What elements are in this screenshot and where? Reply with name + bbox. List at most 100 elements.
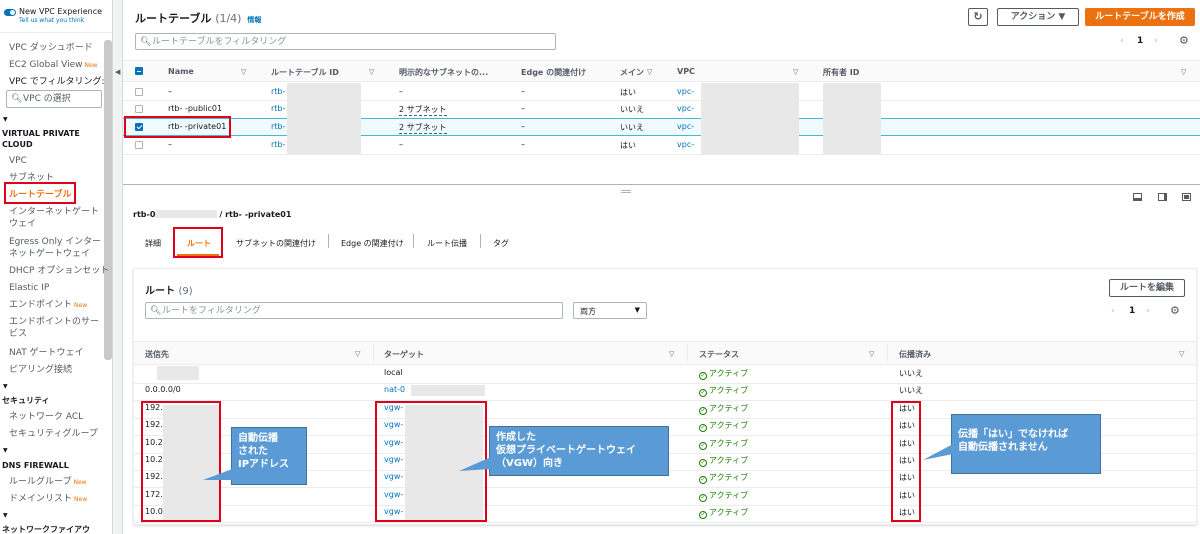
tab-route-propagation[interactable]: ルート伝播 — [427, 238, 467, 249]
sidebar-item-dhcp[interactable]: DHCP オプションセット — [9, 265, 109, 277]
row-checkbox[interactable] — [135, 88, 143, 96]
row-checkbox[interactable] — [135, 141, 143, 149]
section-vpc[interactable]: VIRTUAL PRIVATE CLOUD — [2, 128, 102, 150]
select-all-checkbox[interactable] — [135, 67, 143, 75]
sort-icon[interactable]: ▽ — [647, 68, 652, 76]
panel-full-icon[interactable] — [1182, 193, 1191, 201]
row-vpc-link[interactable]: vpc- — [677, 122, 694, 131]
domain-list-label: ドメインリスト — [9, 494, 73, 504]
callout-pointer — [923, 444, 953, 460]
caret-down-icon[interactable]: ▼ — [3, 447, 8, 454]
sidebar-item-egress-igw[interactable]: Egress Only インターネットゲートウェイ — [9, 236, 104, 260]
row-vpc-link[interactable]: vpc- — [677, 87, 694, 96]
route-table-filter-input[interactable]: 🔍︎ ルートテーブルをフィルタリング — [135, 33, 556, 50]
chevron-left-icon[interactable]: ◀ — [115, 68, 120, 76]
sort-icon[interactable]: ▽ — [793, 68, 798, 76]
sidebar-item-nacl[interactable]: ネットワーク ACL — [9, 411, 83, 423]
routes-title: ルート (9) — [145, 282, 193, 297]
col-destination[interactable]: 送信先 — [145, 349, 169, 360]
sidebar-item-endpoint-service[interactable]: エンドポイントのサービス — [9, 316, 104, 340]
edit-routes-button[interactable]: ルートを編集 — [1109, 279, 1185, 297]
col-propagated[interactable]: 伝播済み — [899, 349, 931, 360]
row-subnet[interactable]: 2 サブネット — [399, 104, 447, 116]
section-dns-firewall[interactable]: DNS FIREWALL — [2, 460, 102, 471]
col-owner-id[interactable]: 所有者 ID — [823, 67, 859, 78]
sidebar-item-sg[interactable]: セキュリティグループ — [9, 428, 98, 440]
page-number[interactable]: 1 — [1137, 36, 1143, 46]
row-vpc-link[interactable]: vpc- — [677, 104, 694, 113]
row-id-link[interactable]: rtb- — [271, 104, 285, 113]
col-main[interactable]: メイン — [620, 67, 644, 78]
route-page-number[interactable]: 1 — [1129, 306, 1135, 316]
panel-side-icon[interactable] — [1158, 193, 1167, 201]
sidebar-item-igw[interactable]: インターネットゲートウェイ — [9, 206, 104, 230]
col-explicit-subnet[interactable]: 明示的なサブネットの... — [399, 67, 488, 78]
vpc-select[interactable]: 🔍︎ VPC の選択 — [6, 90, 102, 108]
sort-icon[interactable]: ▽ — [1181, 68, 1186, 76]
sidebar-item-vpc[interactable]: VPC — [9, 155, 27, 167]
row-id-link[interactable]: rtb- — [271, 122, 285, 131]
sort-icon[interactable]: ▽ — [669, 350, 674, 358]
next-page-icon[interactable]: › — [1154, 36, 1158, 46]
col-target[interactable]: ターゲット — [384, 349, 424, 360]
prev-page-icon[interactable]: ‹ — [1120, 36, 1124, 46]
sidebar-item-rule-group[interactable]: ルールグループ New — [9, 476, 87, 489]
highlight-sidebar-route-table — [4, 182, 76, 204]
sidebar-scrollbar[interactable] — [104, 40, 112, 360]
next-page-icon[interactable]: › — [1146, 306, 1150, 316]
tab-subnet-associations[interactable]: サブネットの関連付け — [236, 238, 316, 249]
new-vpc-feedback-link[interactable]: Tell us what you think — [19, 17, 84, 24]
sort-icon[interactable]: ▽ — [369, 68, 374, 76]
sidebar-item-domain-list[interactable]: ドメインリスト New — [9, 493, 87, 506]
section-security[interactable]: セキュリティ — [2, 395, 102, 406]
caret-down-icon[interactable]: ▼ — [3, 116, 8, 123]
sort-icon[interactable]: ▽ — [355, 350, 360, 358]
callout-text: （VGW）向き — [496, 458, 563, 469]
section-network-firewall[interactable]: ネットワークファイアウ — [2, 524, 102, 534]
sidebar-item-eip[interactable]: Elastic IP — [9, 282, 49, 294]
direction-select[interactable]: 両方 ▼ — [573, 302, 647, 319]
check-circle-icon: ✓ — [699, 424, 707, 433]
row-subnet[interactable]: 2 サブネット — [399, 122, 447, 134]
sidebar-item-ec2-global[interactable]: EC2 Global View New — [9, 59, 98, 72]
row-main: はい — [620, 141, 636, 150]
caret-down-icon[interactable]: ▼ — [3, 383, 8, 390]
highlight-destinations — [141, 401, 221, 522]
sidebar-item-endpoint[interactable]: エンドポイント New — [9, 299, 87, 312]
sort-icon[interactable]: ▽ — [869, 350, 874, 358]
row-vpc-link[interactable]: vpc- — [677, 140, 694, 149]
actions-button[interactable]: アクション ▼ — [997, 8, 1079, 26]
col-name[interactable]: Name — [168, 67, 194, 76]
col-edge[interactable]: Edge の関連付け — [521, 67, 586, 78]
sort-icon[interactable]: ▽ — [241, 68, 246, 76]
row-id-link[interactable]: rtb- — [271, 140, 285, 149]
row-edge: – — [521, 104, 525, 113]
row-id-link[interactable]: rtb- — [271, 87, 285, 96]
route-target[interactable]: nat-0 — [384, 385, 405, 394]
drag-handle-icon[interactable] — [621, 190, 631, 193]
sort-icon[interactable]: ▽ — [1179, 350, 1184, 358]
refresh-button[interactable]: ↻ — [968, 8, 988, 26]
panel-bottom-icon[interactable] — [1133, 193, 1142, 201]
create-route-table-button[interactable]: ルートテーブルを作成 — [1085, 8, 1195, 26]
col-vpc[interactable]: VPC — [677, 67, 695, 76]
route-filter-input[interactable]: 🔍︎ ルートをフィルタリング — [145, 302, 563, 319]
new-vpc-toggle[interactable] — [4, 9, 16, 16]
col-status[interactable]: ステータス — [699, 349, 739, 360]
sidebar-collapse-strip[interactable]: ◀ — [113, 0, 123, 534]
gear-icon[interactable]: ⚙ — [1170, 304, 1180, 317]
row-checkbox[interactable] — [135, 105, 143, 113]
col-route-table-id[interactable]: ルートテーブル ID — [271, 67, 339, 78]
sidebar-item-nat[interactable]: NAT ゲートウェイ — [9, 347, 84, 359]
gear-icon[interactable]: ⚙ — [1179, 34, 1189, 47]
split-divider[interactable] — [123, 184, 1200, 185]
info-link[interactable]: 情報 — [247, 16, 261, 24]
caret-down-icon[interactable]: ▼ — [3, 512, 8, 519]
tab-edge-associations[interactable]: Edge の関連付け — [341, 238, 404, 249]
tab-details[interactable]: 詳細 — [145, 238, 161, 249]
sidebar-item-dashboard[interactable]: VPC ダッシュボード — [9, 42, 93, 54]
tab-tags[interactable]: タグ — [493, 238, 509, 249]
prev-page-icon[interactable]: ‹ — [1111, 306, 1115, 316]
highlight-tab-routes — [173, 227, 223, 258]
sidebar-item-peering[interactable]: ピアリング接続 — [9, 364, 72, 376]
